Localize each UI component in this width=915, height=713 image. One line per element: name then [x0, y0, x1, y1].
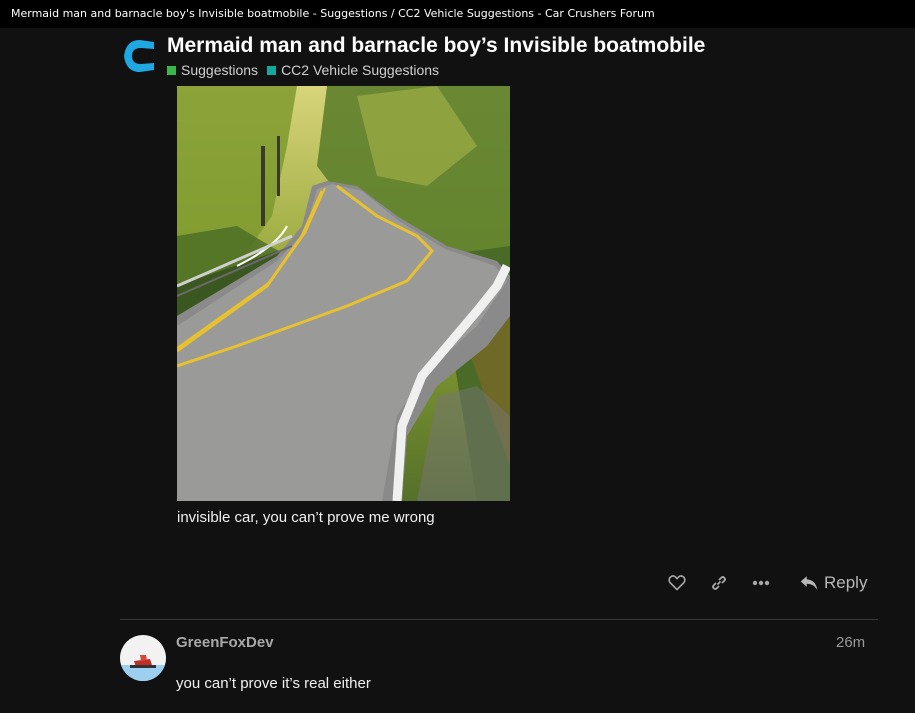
avatar[interactable]: [120, 635, 166, 681]
reply-timestamp[interactable]: 26m: [836, 634, 865, 651]
reply-username[interactable]: GreenFoxDev: [176, 634, 274, 651]
category-cc2-vehicle-suggestions[interactable]: CC2 Vehicle Suggestions: [267, 62, 439, 78]
link-icon[interactable]: [708, 570, 730, 596]
category-suggestions[interactable]: Suggestions: [167, 62, 258, 78]
reply-label: Reply: [824, 573, 868, 592]
window-title: Mermaid man and barnacle boy's Invisible…: [11, 7, 655, 20]
reply-icon: [800, 576, 818, 590]
post-caption: invisible car, you can’t prove me wrong: [177, 509, 435, 526]
ellipsis-icon[interactable]: [750, 570, 772, 596]
category-label: CC2 Vehicle Suggestions: [281, 62, 440, 78]
category-color-square: [267, 65, 277, 75]
car-crushers-logo[interactable]: [120, 36, 158, 76]
winding-road-photo[interactable]: [177, 86, 510, 501]
post-actions: Reply: [660, 570, 880, 596]
window-title-bar: Mermaid man and barnacle boy's Invisible…: [0, 0, 915, 28]
reply-body: you can’t prove it’s real either: [176, 675, 371, 692]
topic-title[interactable]: Mermaid man and barnacle boy’s Invisible…: [167, 34, 705, 58]
heart-icon[interactable]: [666, 570, 688, 596]
category-label: Suggestions: [181, 62, 259, 78]
category-breadcrumb: Suggestions CC2 Vehicle Suggestions: [167, 62, 439, 78]
reply-button[interactable]: Reply: [800, 570, 867, 596]
post-divider: [120, 619, 878, 620]
category-color-square: [167, 65, 176, 75]
